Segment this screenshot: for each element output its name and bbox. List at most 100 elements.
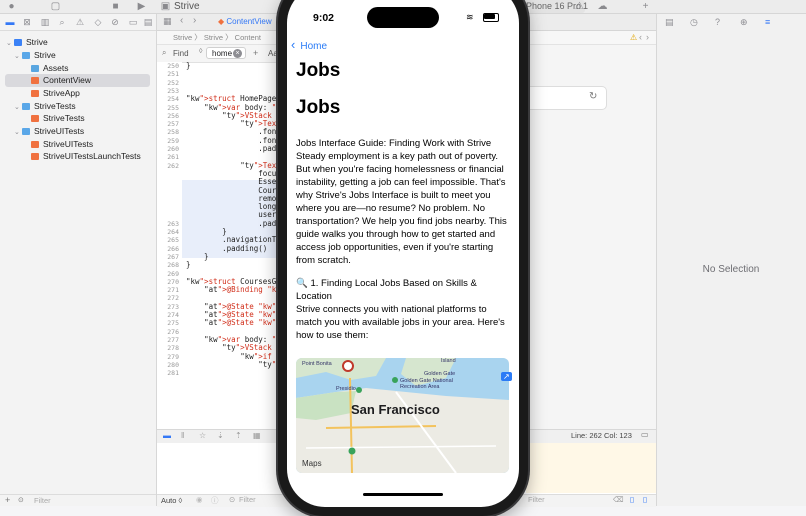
forward-nav-icon[interactable]: › xyxy=(193,15,196,26)
find-mode-popup[interactable]: Find xyxy=(173,48,189,59)
line-number[interactable]: 263 xyxy=(157,220,179,228)
tree-item-folder-striveuitests[interactable]: ⌄ StriveUITests xyxy=(14,125,84,138)
symbol-icon[interactable]: ▥ xyxy=(40,17,50,27)
line-number[interactable]: 269 xyxy=(157,270,179,278)
line-number[interactable]: 267 xyxy=(157,253,179,261)
line-number[interactable] xyxy=(157,203,179,211)
accessibility-icon[interactable]: ⊕ xyxy=(740,17,748,28)
tree-item-contentview[interactable]: ContentView xyxy=(31,74,91,87)
variables-view-mode-popup[interactable]: Auto ◊ xyxy=(161,495,182,506)
disclosure-open-icon[interactable]: ⌄ xyxy=(14,101,22,114)
issue-next-icon[interactable]: › xyxy=(646,32,649,42)
file-inspector-icon[interactable]: ▤ xyxy=(665,17,674,28)
jump-bar-path[interactable]: Strive 〉 Strive 〉 Content xyxy=(157,33,261,42)
line-number[interactable]: 270 xyxy=(157,278,179,286)
line-number[interactable] xyxy=(157,211,179,219)
test-icon[interactable]: ◇ xyxy=(93,17,103,27)
source-control-icon[interactable]: ⊠ xyxy=(22,17,32,27)
attributes-inspector-icon[interactable]: ≡ xyxy=(765,17,770,27)
step-over-icon[interactable]: ☆ xyxy=(199,431,206,440)
line-number[interactable]: 252 xyxy=(157,79,179,87)
trash-icon[interactable]: ⌫ xyxy=(613,495,624,504)
line-number[interactable]: 264 xyxy=(157,228,179,236)
view-hierarchy-icon[interactable]: ▦ xyxy=(253,431,261,440)
layout-left-icon[interactable]: ▯ xyxy=(630,495,634,504)
disclosure-open-icon[interactable]: ⌄ xyxy=(6,37,14,50)
disclosure-open-icon[interactable]: ⌄ xyxy=(14,126,22,139)
tree-item-project[interactable]: ⌄ Strive xyxy=(6,36,48,49)
line-number[interactable]: 260 xyxy=(157,145,179,153)
line-number[interactable]: 256 xyxy=(157,112,179,120)
add-find-field-icon[interactable]: + xyxy=(253,48,258,58)
code-line[interactable]: } xyxy=(186,260,191,269)
line-number[interactable]: 262 xyxy=(157,162,179,170)
add-icon[interactable]: + xyxy=(640,1,651,12)
console-filter-input[interactable]: Filter xyxy=(528,495,545,504)
add-file-icon[interactable]: + xyxy=(5,495,10,506)
hide-debug-area-icon[interactable]: ▬ xyxy=(163,431,171,440)
line-number[interactable]: 254 xyxy=(157,95,179,103)
line-number[interactable]: 273 xyxy=(157,303,179,311)
line-number[interactable]: 281 xyxy=(157,369,179,377)
reload-icon[interactable]: ↻ xyxy=(589,91,597,102)
filter-options-icon[interactable]: ⊙ xyxy=(18,496,24,506)
line-number[interactable]: 250 xyxy=(157,62,179,70)
pause-icon[interactable]: ‖ xyxy=(181,431,184,440)
step-into-icon[interactable]: ⇣ xyxy=(217,431,224,440)
line-number[interactable]: 265 xyxy=(157,236,179,244)
close-window-icon[interactable]: ● xyxy=(6,1,17,12)
layout-right-icon[interactable]: ▯ xyxy=(643,495,647,504)
line-number[interactable] xyxy=(157,195,179,203)
line-number[interactable]: 259 xyxy=(157,137,179,145)
clear-search-icon[interactable]: × xyxy=(233,49,242,58)
line-number[interactable]: 279 xyxy=(157,353,179,361)
warning-nav-icon[interactable]: ⚠ xyxy=(630,33,637,42)
find-search-icon[interactable]: ⌕ xyxy=(162,48,166,58)
tab-contentview[interactable]: ◆ ContentView xyxy=(212,16,278,28)
info-icon[interactable]: ⓘ xyxy=(211,495,219,506)
line-number[interactable]: 276 xyxy=(157,328,179,336)
line-number[interactable]: 275 xyxy=(157,319,179,327)
line-number[interactable]: 257 xyxy=(157,120,179,128)
line-number[interactable]: 280 xyxy=(157,361,179,369)
breakpoint-icon[interactable]: ▭ xyxy=(128,17,138,27)
sidebar-toggle-icon[interactable]: ▢ xyxy=(50,1,61,12)
line-number[interactable]: 274 xyxy=(157,311,179,319)
report-icon[interactable]: ▤ xyxy=(143,17,153,27)
debug-icon[interactable]: ⊘ xyxy=(110,17,120,27)
tree-item-folder-strive[interactable]: ⌄ Strive xyxy=(14,49,56,62)
line-number[interactable]: 266 xyxy=(157,245,179,253)
match-case-toggle[interactable]: Aa xyxy=(268,49,278,58)
folder-icon[interactable]: ▬ xyxy=(5,17,15,27)
navigator-filter-input[interactable]: Filter xyxy=(34,495,51,506)
issue-icon[interactable]: ⚠ xyxy=(75,17,85,27)
warning-icon[interactable]: ⚠ xyxy=(575,1,584,12)
map-expand-icon[interactable]: ↗ xyxy=(501,372,512,381)
run-icon[interactable]: ▶ xyxy=(136,1,147,12)
split-editor-icon[interactable]: ▭ xyxy=(641,430,649,439)
code-line[interactable]: .padd xyxy=(186,144,281,153)
search-icon[interactable]: ⌕ xyxy=(57,17,67,27)
line-number[interactable]: 271 xyxy=(157,286,179,294)
code-line[interactable]: S xyxy=(186,368,281,377)
quick-help-icon[interactable]: ? xyxy=(715,17,720,27)
back-button[interactable]: ‹ Home xyxy=(291,38,327,54)
tree-item-strivetests[interactable]: StriveTests xyxy=(31,112,85,125)
line-number[interactable]: 268 xyxy=(157,261,179,269)
line-number[interactable]: 253 xyxy=(157,87,179,95)
variables-filter-input[interactable]: Filter xyxy=(239,495,256,504)
back-nav-icon[interactable]: ‹ xyxy=(180,15,183,26)
line-number[interactable] xyxy=(157,178,179,186)
line-number[interactable]: 255 xyxy=(157,104,179,112)
filter-options-icon[interactable]: ⊙ xyxy=(229,495,235,504)
eye-icon[interactable]: ◉ xyxy=(196,495,203,504)
tree-item-striveapp[interactable]: StriveApp xyxy=(31,87,80,100)
history-icon[interactable]: ◷ xyxy=(690,17,698,28)
issue-prev-icon[interactable]: ‹ xyxy=(639,32,642,42)
stop-icon[interactable]: ■ xyxy=(110,1,121,12)
line-number[interactable]: 261 xyxy=(157,153,179,161)
line-number[interactable]: 277 xyxy=(157,336,179,344)
home-indicator[interactable] xyxy=(363,493,443,496)
tree-item-striveuitestslaunchtests[interactable]: StriveUITestsLaunchTests xyxy=(31,150,141,163)
line-number[interactable]: 272 xyxy=(157,294,179,302)
